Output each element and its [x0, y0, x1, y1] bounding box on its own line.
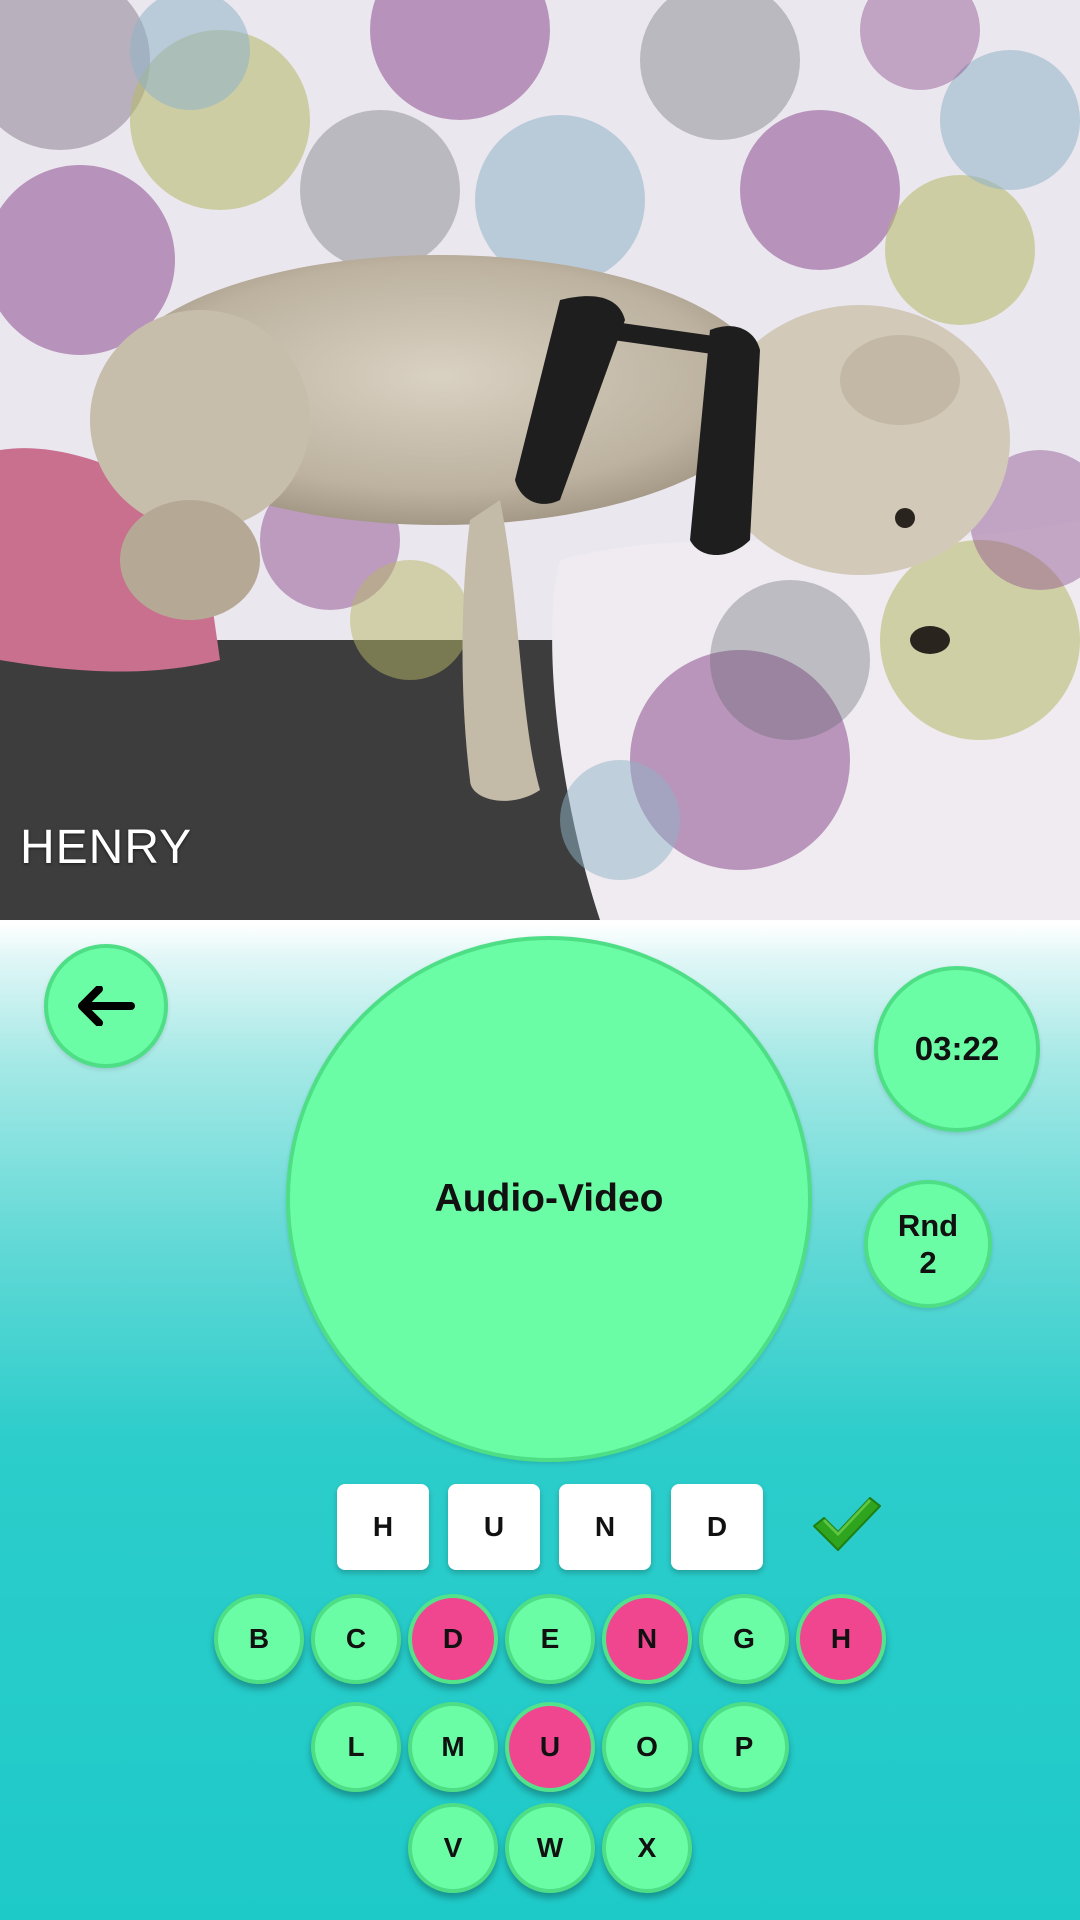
category-label: Audio-Video	[434, 1177, 664, 1220]
letter-key-n[interactable]: N	[602, 1594, 692, 1684]
round-number: 2	[919, 1245, 937, 1280]
letter-key-b[interactable]: B	[214, 1594, 304, 1684]
letter-key-g[interactable]: G	[699, 1594, 789, 1684]
answer-tile-1[interactable]: H	[337, 1484, 429, 1570]
arrow-left-icon	[78, 986, 135, 1026]
answer-tile-3[interactable]: N	[559, 1484, 651, 1570]
letter-key-e[interactable]: E	[505, 1594, 595, 1684]
letter-key-d[interactable]: D	[408, 1594, 498, 1684]
timer-value: 03:22	[914, 1030, 1000, 1067]
letter-key-u[interactable]: U	[505, 1702, 595, 1792]
letter-key-x[interactable]: X	[602, 1803, 692, 1893]
letter-key-p[interactable]: P	[699, 1702, 789, 1792]
photo-caption: HENRY	[20, 821, 193, 874]
answer-tile-2[interactable]: U	[448, 1484, 540, 1570]
letter-key-o[interactable]: O	[602, 1702, 692, 1792]
category-display: Audio-Video	[286, 936, 812, 1462]
letter-key-m[interactable]: M	[408, 1702, 498, 1792]
letter-key-l[interactable]: L	[311, 1702, 401, 1792]
back-button[interactable]	[44, 944, 168, 1068]
round-label: Rnd	[897, 1207, 959, 1243]
round-badge: Rnd 2	[864, 1180, 992, 1308]
letter-key-w[interactable]: W	[505, 1803, 595, 1893]
checkmark-icon	[813, 1497, 881, 1551]
letter-key-v[interactable]: V	[408, 1803, 498, 1893]
letter-key-c[interactable]: C	[311, 1594, 401, 1684]
timer-badge: 03:22	[874, 966, 1040, 1132]
dog-on-duvet-image	[0, 0, 1080, 920]
puzzle-photo: HENRY	[0, 0, 1080, 920]
submit-button[interactable]	[810, 1492, 882, 1554]
answer-tile-4[interactable]: D	[671, 1484, 763, 1570]
letter-key-h[interactable]: H	[796, 1594, 886, 1684]
